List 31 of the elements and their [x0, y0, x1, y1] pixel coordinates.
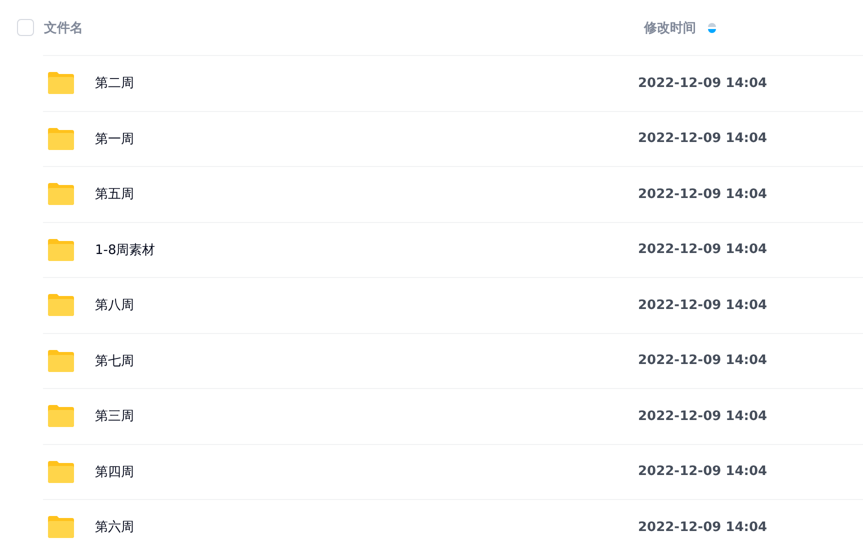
- folder-icon: [47, 126, 75, 151]
- file-name[interactable]: 第五周: [95, 185, 638, 204]
- file-name[interactable]: 第二周: [95, 74, 638, 92]
- checkbox[interactable]: [17, 19, 34, 36]
- modified-time: 2022-12-09 14:04: [638, 186, 768, 202]
- column-header[interactable]: 修改时间: [644, 18, 696, 36]
- file-name[interactable]: 第七周: [95, 352, 638, 370]
- folder-icon: [47, 460, 75, 484]
- file-name[interactable]: 1-8周素材: [95, 240, 638, 259]
- file-name[interactable]: 第八周: [95, 296, 638, 314]
- folder-icon: [47, 71, 75, 96]
- modified-time: 2022-12-09 14:04: [638, 298, 768, 313]
- modified-time: 2022-12-09 14:04: [638, 408, 768, 424]
- file-name[interactable]: 第四周: [95, 462, 638, 481]
- modified-time: 2022-12-09 14:04: [638, 131, 768, 146]
- folder-icon: [47, 515, 75, 540]
- file-name[interactable]: 第三周: [95, 407, 638, 426]
- folder-icon: [47, 404, 75, 428]
- modified-time: 2022-12-09 14:04: [638, 76, 768, 91]
- folder-icon: [47, 293, 75, 318]
- folder-icon: [47, 182, 75, 206]
- modified-time: 2022-12-09 14:04: [638, 464, 768, 480]
- modified-time: 2022-12-09 14:04: [638, 520, 768, 535]
- modified-time: 2022-12-09 14:04: [638, 353, 768, 368]
- file-name[interactable]: 第六周: [95, 518, 638, 536]
- sort-icon[interactable]: [708, 20, 716, 34]
- modified-time: 2022-12-09 14:04: [638, 242, 768, 258]
- folder-icon: [47, 348, 75, 373]
- column-header: 文件名: [44, 20, 84, 36]
- folder-icon: [47, 238, 75, 262]
- file-name[interactable]: 第一周: [95, 130, 638, 148]
